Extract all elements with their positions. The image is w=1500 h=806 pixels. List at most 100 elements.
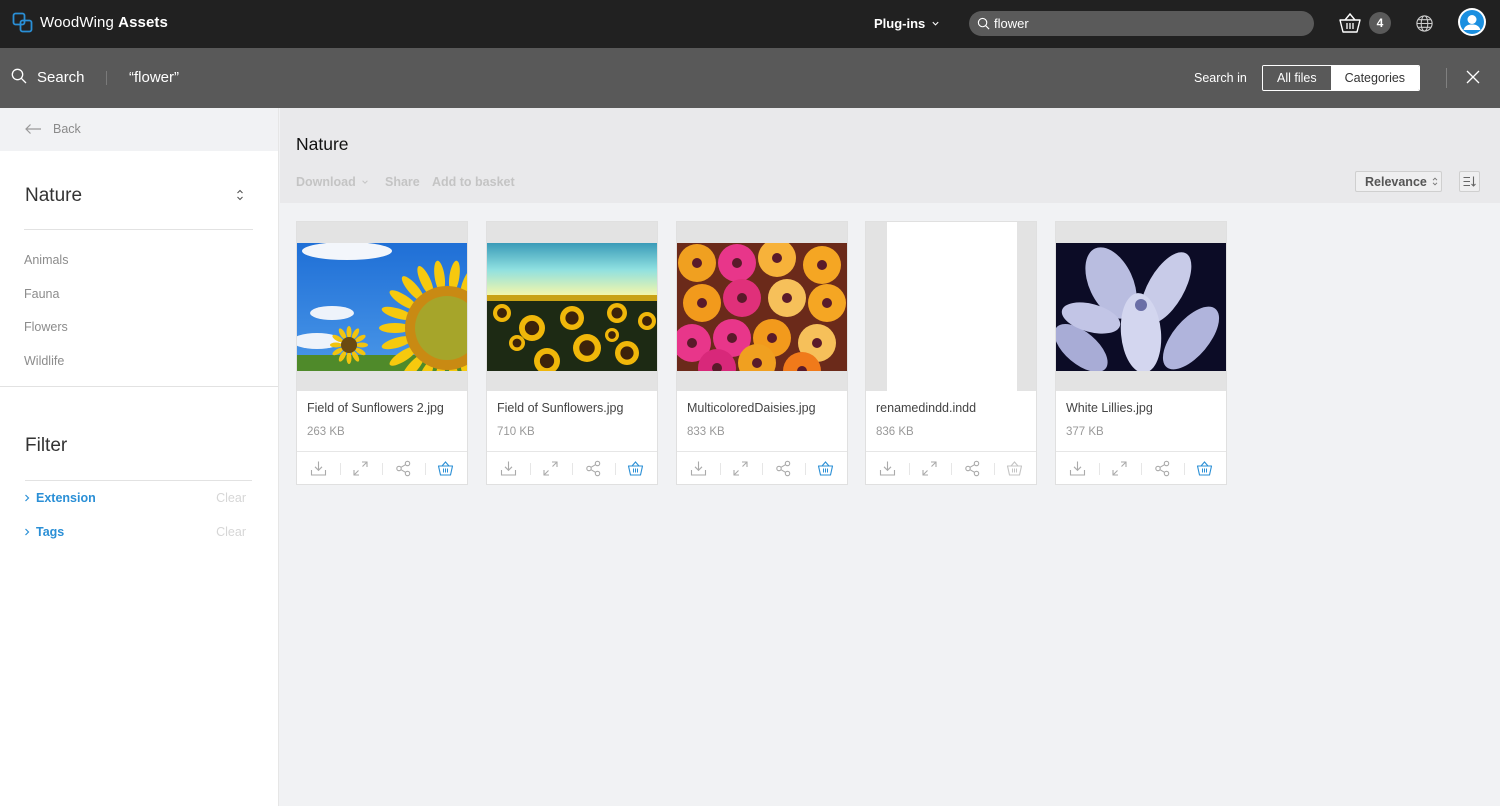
asset-add-to-basket-button[interactable] (993, 452, 1037, 486)
asset-name: Field of Sunflowers 2.jpg (307, 401, 444, 415)
asset-size: 377 KB (1066, 426, 1104, 438)
expand-icon (922, 461, 937, 476)
filter-tags-clear[interactable]: Clear (216, 525, 246, 539)
download-label: Download (296, 175, 356, 189)
search-context-bar: Search “flower” Search in All files Cate… (0, 48, 1500, 108)
asset-add-to-basket-button[interactable] (614, 452, 658, 486)
filter-extension-toggle[interactable]: Extension (36, 491, 96, 505)
category-item-fauna[interactable]: Fauna (24, 287, 59, 301)
share-icon (964, 460, 980, 477)
asset-card[interactable]: MulticoloredDaisies.jpg 833 KB (676, 221, 848, 485)
basket-icon (818, 461, 834, 476)
search-in-label: Search in (1194, 71, 1247, 85)
asset-name: Field of Sunflowers.jpg (497, 401, 624, 415)
app-title: WoodWing Assets (40, 14, 168, 31)
asset-card[interactable]: Field of Sunflowers 2.jpg 263 KB (296, 221, 468, 485)
asset-thumbnail[interactable] (487, 222, 657, 391)
filter-extension-clear[interactable]: Clear (216, 491, 246, 505)
close-icon[interactable] (1466, 70, 1480, 84)
divider (106, 71, 107, 85)
asset-thumbnail[interactable] (677, 222, 847, 391)
globe-icon[interactable] (1415, 14, 1434, 33)
asset-thumbnail[interactable] (1056, 222, 1226, 391)
back-label: Back (53, 122, 81, 136)
add-to-basket-button[interactable]: Add to basket (432, 175, 515, 189)
asset-download-button[interactable] (297, 452, 340, 486)
asset-preview-button[interactable] (1098, 452, 1142, 486)
sort-select-value: Relevance (1365, 174, 1427, 189)
share-button[interactable]: Share (385, 175, 420, 189)
asset-card[interactable]: renamedindd.indd 836 KB (865, 221, 1037, 485)
expand-icon (353, 461, 368, 476)
asset-preview-button[interactable] (908, 452, 952, 486)
asset-actions (866, 451, 1036, 485)
plugins-menu[interactable]: Plug-ins (874, 16, 940, 31)
global-search-input[interactable] (994, 16, 1294, 31)
category-title: Nature (25, 185, 83, 206)
category-item-wildlife[interactable]: Wildlife (24, 354, 64, 368)
asset-share-button[interactable] (572, 452, 615, 486)
asset-add-to-basket-button[interactable] (804, 452, 848, 486)
sort-order-button[interactable] (1459, 171, 1480, 192)
chevron-up-down-icon[interactable] (235, 188, 245, 202)
divider (1446, 68, 1447, 88)
global-search-box[interactable] (969, 11, 1314, 36)
basket-icon (438, 461, 454, 476)
category-item-animals[interactable]: Animals (24, 253, 68, 267)
search-icon (977, 17, 990, 30)
asset-card[interactable]: Field of Sunflowers.jpg 710 KB (486, 221, 658, 485)
thumbnail-image (297, 243, 467, 371)
back-button[interactable]: Back (0, 108, 278, 151)
download-icon (310, 461, 326, 476)
filter-title: Filter (25, 435, 68, 456)
share-icon (775, 460, 791, 477)
expand-icon (1112, 461, 1127, 476)
search-icon (11, 68, 27, 84)
asset-download-button[interactable] (1056, 452, 1099, 486)
download-icon (690, 461, 706, 476)
asset-share-button[interactable] (382, 452, 425, 486)
chevron-right-icon[interactable] (24, 494, 30, 502)
app-title-bold: Assets (118, 14, 168, 31)
category-item-flowers[interactable]: Flowers (24, 320, 68, 334)
page-title: Nature (296, 134, 349, 154)
asset-download-button[interactable] (866, 452, 909, 486)
expand-icon (733, 461, 748, 476)
asset-thumbnail[interactable] (297, 222, 467, 391)
basket-icon[interactable] (1338, 12, 1362, 34)
asset-share-button[interactable] (762, 452, 805, 486)
asset-preview-button[interactable] (529, 452, 573, 486)
asset-preview-button[interactable] (719, 452, 763, 486)
asset-card[interactable]: White Lillies.jpg 377 KB (1055, 221, 1227, 485)
filter-tags-toggle[interactable]: Tags (36, 525, 64, 539)
user-icon (1460, 10, 1484, 34)
asset-size: 836 KB (876, 426, 914, 438)
main-header: Nature Download Share Add to basket Rele… (280, 108, 1500, 203)
asset-preview-button[interactable] (339, 452, 383, 486)
thumbnail-image (677, 243, 847, 371)
asset-share-button[interactable] (1141, 452, 1184, 486)
thumbnail-image (487, 243, 657, 371)
top-bar: WoodWing Assets Plug-ins 4 (0, 0, 1500, 48)
asset-download-button[interactable] (677, 452, 720, 486)
asset-actions (677, 451, 847, 485)
asset-add-to-basket-button[interactable] (424, 452, 468, 486)
download-button[interactable]: Download (296, 175, 369, 189)
asset-download-button[interactable] (487, 452, 530, 486)
user-avatar[interactable] (1458, 8, 1486, 36)
chevron-right-icon[interactable] (24, 528, 30, 536)
asset-size: 833 KB (687, 426, 725, 438)
divider (0, 386, 278, 387)
download-icon (1069, 461, 1085, 476)
scope-categories-button[interactable]: Categories (1330, 66, 1420, 90)
basket-icon (628, 461, 644, 476)
download-icon (879, 461, 895, 476)
asset-thumbnail[interactable] (866, 222, 1036, 391)
basket-icon (1197, 461, 1213, 476)
sort-select[interactable]: Relevance (1355, 171, 1442, 192)
scope-all-files-button[interactable]: All files (1263, 66, 1331, 90)
expand-icon (543, 461, 558, 476)
asset-add-to-basket-button[interactable] (1183, 452, 1227, 486)
asset-share-button[interactable] (951, 452, 994, 486)
sort-descending-icon (1463, 176, 1476, 187)
